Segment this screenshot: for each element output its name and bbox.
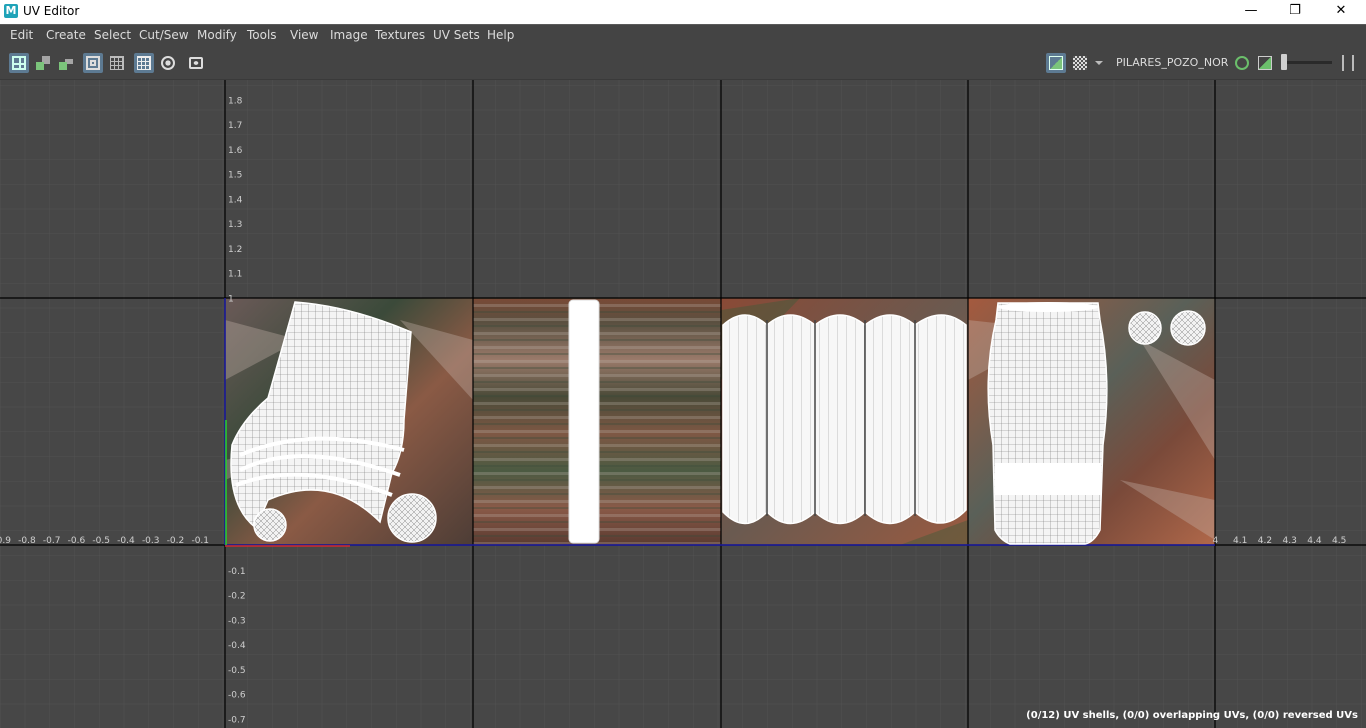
axis-tick-label: -0.7	[43, 536, 61, 546]
uv-shell-icon[interactable]	[33, 53, 53, 73]
axis-tick-label: -0.3	[228, 616, 246, 626]
axis-tick-label: -0.4	[228, 641, 246, 651]
axis-tick-label: 4.1	[1233, 536, 1247, 546]
menu-cut-sew[interactable]: Cut/Sew	[139, 28, 189, 42]
snapshot-icon[interactable]	[186, 53, 206, 73]
checker-grid-icon[interactable]	[134, 53, 154, 73]
axis-tick-label: -0.1	[191, 536, 209, 546]
uv-shell-disc-vase-b	[1170, 310, 1206, 346]
axis-tick-label: -0.6	[68, 536, 86, 546]
texture-name-field[interactable]: PILARES_POZO_NORM	[1116, 56, 1228, 69]
uv-shell-disc-vase-a	[1128, 311, 1162, 345]
menu-uv-sets[interactable]: UV Sets	[433, 28, 480, 42]
uv-shell-disc-large	[387, 493, 437, 543]
axis-tick-label: -0.2	[228, 592, 246, 602]
axis-tick-label: -0.9	[0, 536, 11, 546]
uv-tile-icon[interactable]	[9, 53, 29, 73]
axis-tick-label: -0.4	[117, 536, 135, 546]
uv-canvas[interactable]: 1.8 1.7 1.6 1.5 1.4 1.3 1.2 1.1 1 -0.1 -0.2 -0.3 -0.…	[0, 80, 1366, 728]
frame-icon[interactable]	[83, 53, 103, 73]
image-display-icon[interactable]	[1046, 53, 1066, 73]
close-button[interactable]: ✕	[1318, 0, 1364, 24]
menu-textures[interactable]: Textures	[375, 28, 425, 42]
minimize-button[interactable]: —	[1228, 0, 1274, 24]
title-bar: M UV Editor — ❐ ✕	[0, 0, 1366, 24]
menu-select[interactable]: Select	[94, 28, 131, 42]
axis-tick-label: 1.7	[228, 121, 242, 131]
exposure-slider-track[interactable]	[1286, 61, 1332, 64]
uv-toolbar: PILARES_POZO_NORM	[0, 46, 1366, 80]
menu-edit[interactable]: Edit	[10, 28, 33, 42]
exposure-slider-handle[interactable]	[1281, 54, 1287, 70]
axis-tick-label: 1.1	[228, 270, 242, 280]
uv-shell-fluted-column	[722, 314, 967, 525]
grid-icon[interactable]	[107, 53, 127, 73]
axis-tick-label: 1.4	[228, 195, 243, 205]
pin-icon[interactable]	[158, 53, 178, 73]
menu-create[interactable]: Create	[46, 28, 86, 42]
rgb-channel-icon[interactable]	[1232, 53, 1252, 73]
axis-tick-label: 1.5	[228, 171, 242, 181]
menu-view[interactable]: View	[290, 28, 318, 42]
menu-modify[interactable]: Modify	[197, 28, 237, 42]
uv-shell-vase	[987, 302, 1108, 545]
axis-tick-label: 1.6	[228, 146, 243, 156]
axis-tick-label: -0.3	[142, 536, 160, 546]
axis-tick-label: 1.8	[228, 96, 243, 106]
axis-tick-label: 4.2	[1258, 536, 1272, 546]
checker-icon[interactable]	[1070, 53, 1090, 73]
uv-move-icon[interactable]	[56, 53, 76, 73]
axis-tick-label: 1.3	[228, 220, 242, 230]
axis-tick-label: 1	[228, 294, 234, 304]
axis-tick-label: 1.2	[228, 245, 242, 255]
axis-tick-label: -0.7	[228, 715, 246, 725]
image-channel-icon[interactable]	[1255, 53, 1275, 73]
uv-shell-disc-small	[253, 508, 287, 542]
maya-logo-icon: M	[4, 4, 18, 18]
uv-shell-column	[568, 299, 600, 544]
axis-tick-label: 4	[1213, 536, 1219, 546]
axis-tick-label: 4.4	[1307, 536, 1322, 546]
axis-tick-label: -0.8	[18, 536, 36, 546]
menu-tools[interactable]: Tools	[247, 28, 277, 42]
axis-tick-label: -0.2	[167, 536, 185, 546]
uv-viewport[interactable]: 1.8 1.7 1.6 1.5 1.4 1.3 1.2 1.1 1 -0.1 -0.2 -0.3 -0.…	[0, 80, 1366, 728]
menu-image[interactable]: Image	[330, 28, 368, 42]
axis-tick-label: -0.5	[92, 536, 110, 546]
maximize-button[interactable]: ❐	[1272, 0, 1318, 24]
menu-help[interactable]: Help	[487, 28, 514, 42]
axis-tick-label: 4.5	[1332, 536, 1346, 546]
menu-bar: Edit Create Select Cut/Sew Modify Tools …	[0, 24, 1366, 46]
axis-tick-label: -0.5	[228, 666, 246, 676]
axis-tick-label: -0.6	[228, 691, 246, 701]
uv-status-text: (0/12) UV shells, (0/0) overlapping UVs,…	[1026, 710, 1358, 721]
axis-tick-label: 4.3	[1283, 536, 1297, 546]
axis-tick-label: -0.1	[228, 567, 246, 577]
dropdown-arrow-icon[interactable]	[1092, 53, 1106, 73]
window-title: UV Editor	[23, 4, 80, 18]
exposure-icon[interactable]	[1338, 53, 1356, 73]
